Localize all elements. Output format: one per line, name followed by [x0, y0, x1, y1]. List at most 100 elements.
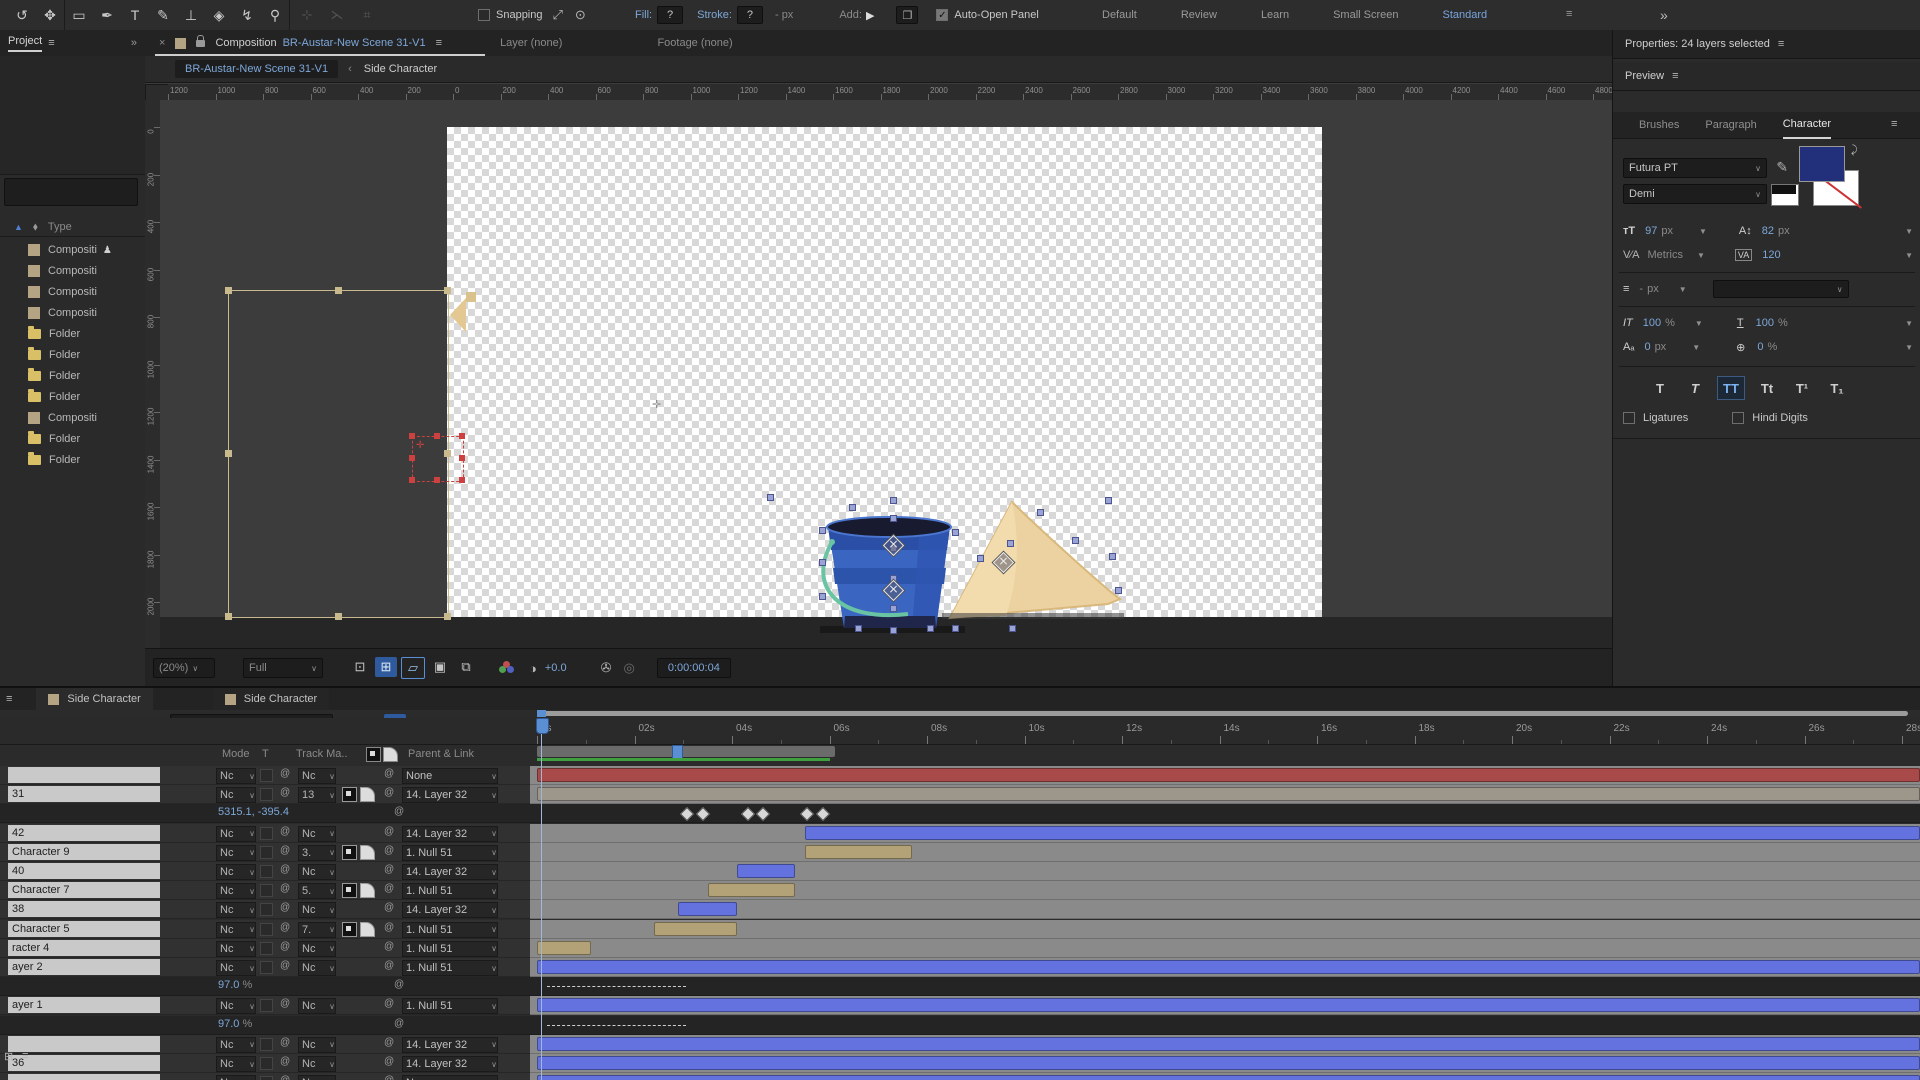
trkmat-pickwhip-icon[interactable]: @ — [280, 864, 290, 875]
snapshot-icon[interactable]: ✇ — [601, 660, 612, 676]
trkmat-dropdown[interactable]: Nc∨ — [298, 1037, 336, 1053]
matte-alpha-icon[interactable] — [342, 883, 357, 898]
timeline-layer-row[interactable]: ayer 2Nc∨@Nc∨@1. Null 51∨ — [0, 958, 1920, 976]
layer-duration-bar[interactable] — [537, 1075, 1920, 1080]
resolution-dropdown[interactable]: Full∨ — [243, 658, 323, 678]
mode-column-header[interactable]: Mode — [222, 748, 250, 760]
project-search-input[interactable] — [4, 178, 138, 206]
parent-pickwhip-icon[interactable]: @ — [384, 998, 394, 1009]
selection-rect-handle[interactable] — [335, 287, 342, 294]
selection-handle[interactable] — [890, 627, 897, 634]
parent-pickwhip-icon[interactable]: @ — [384, 826, 394, 837]
selection-handle[interactable] — [767, 494, 774, 501]
zoom-select-icon[interactable]: ⊡ — [349, 657, 371, 677]
toolbar-overflow-button[interactable]: » — [1660, 7, 1668, 23]
project-collapse-button[interactable]: » — [131, 37, 137, 49]
selection-handle[interactable] — [849, 504, 856, 511]
fill-swatch[interactable]: ? — [657, 6, 683, 24]
layer-duration-bar[interactable] — [537, 768, 1920, 782]
kerning-value[interactable]: Metrics — [1648, 249, 1683, 261]
tsume-value[interactable]: 0 — [1757, 341, 1763, 353]
trkmat-dropdown[interactable]: Nc∨ — [298, 826, 336, 842]
parent-pickwhip-icon[interactable]: @ — [384, 922, 394, 933]
layer-duration-bar[interactable] — [537, 1056, 1920, 1070]
trkmat-dropdown[interactable]: 5.∨ — [298, 883, 336, 899]
layer-name-cell[interactable]: racter 4 — [8, 940, 160, 956]
stroke-style-dropdown[interactable]: ∨ — [1713, 280, 1849, 298]
selection-handle[interactable] — [1115, 587, 1122, 594]
layer-duration-bar[interactable] — [708, 883, 796, 897]
trkmat-pickwhip-icon[interactable]: @ — [280, 1075, 290, 1080]
timeline-panel-menu-icon[interactable]: ≡ — [6, 693, 12, 705]
selection-handle[interactable] — [952, 625, 959, 632]
project-menu-icon[interactable]: ≡ — [48, 37, 54, 49]
selection-handle[interactable] — [855, 625, 862, 632]
transparency-grid-icon[interactable]: ⊞ — [375, 657, 397, 677]
snap-feature-icon[interactable]: ⊙ — [575, 7, 586, 23]
horizontal-scale-value[interactable]: 100 — [1756, 317, 1774, 329]
style-button-1[interactable]: T — [1682, 377, 1708, 399]
properties-header[interactable]: Properties: 24 layers selected — [1625, 38, 1770, 50]
horizontal-scale-arrow[interactable]: ▼ — [1905, 319, 1913, 328]
trkmat-pickwhip-icon[interactable]: @ — [280, 883, 290, 894]
parent-pickwhip-icon[interactable]: @ — [384, 1037, 394, 1048]
timeline-tab-1[interactable]: Side Character — [213, 688, 329, 710]
layer-name-cell[interactable]: ayer 1 — [8, 997, 160, 1013]
trkmat-pickwhip-icon[interactable]: @ — [280, 768, 290, 779]
trkmat-dropdown[interactable]: Nc∨ — [298, 1056, 336, 1072]
timeline-navigator[interactable] — [537, 711, 1908, 716]
timeline-options-icon[interactable]: ≡ — [22, 1050, 28, 1062]
layer-duration-bar[interactable] — [805, 845, 912, 859]
mode-dropdown[interactable]: Nc∨ — [216, 1037, 256, 1053]
style-button-4[interactable]: T¹ — [1789, 377, 1815, 399]
timeline-layer-row[interactable]: racter 4Nc∨@Nc∨@1. Null 51∨ — [0, 939, 1920, 957]
default-fill-stroke-icon[interactable] — [1771, 184, 1799, 206]
property-value[interactable]: 5315.1, -395.4 — [218, 806, 289, 818]
layer-duration-bar[interactable] — [537, 960, 1920, 974]
preserve-transparency-checkbox[interactable] — [260, 884, 273, 897]
parent-link-dropdown[interactable]: 1. Null 51∨ — [402, 941, 498, 957]
parent-link-dropdown[interactable]: None∨ — [402, 1075, 498, 1080]
parent-link-dropdown[interactable]: 14. Layer 32∨ — [402, 826, 498, 842]
trkmat-pickwhip-icon[interactable]: @ — [280, 1056, 290, 1067]
snapping-checkbox[interactable] — [478, 9, 490, 21]
parent-link-dropdown[interactable]: 1. Null 51∨ — [402, 960, 498, 976]
parent-link-dropdown[interactable]: 1. Null 51∨ — [402, 883, 498, 899]
shape-folder-button[interactable]: ❐ — [896, 6, 918, 24]
preserve-transparency-checkbox[interactable] — [260, 961, 273, 974]
auto-open-checkbox[interactable]: ✓ — [936, 9, 948, 21]
project-item[interactable]: Compositi♟ — [0, 240, 145, 260]
current-time-indicator-line[interactable] — [541, 718, 542, 1080]
trkmat-dropdown[interactable]: Nc∨ — [298, 1075, 336, 1080]
style-button-5[interactable]: T₁ — [1824, 377, 1850, 399]
layer-name-cell[interactable] — [8, 1074, 160, 1080]
rectangle-tool[interactable]: ▭ — [65, 0, 93, 30]
parent-link-dropdown[interactable]: None∨ — [402, 768, 498, 784]
timeline-layer-row[interactable]: 42Nc∨@Nc∨@14. Layer 32∨ — [0, 824, 1920, 842]
selection-handle[interactable] — [890, 605, 897, 612]
mask-visibility-icon[interactable]: ▱ — [401, 657, 425, 679]
preserve-transparency-checkbox[interactable] — [260, 903, 273, 916]
layer-duration-bar[interactable] — [805, 826, 1920, 840]
matte-alpha-icon[interactable] — [342, 845, 357, 860]
sort-triangle-icon[interactable]: ▲ — [14, 222, 23, 232]
trkmat-dropdown[interactable]: 3.∨ — [298, 845, 336, 861]
exposure-value[interactable]: +0.0 — [545, 662, 567, 674]
snap-angle-icon[interactable]: ⤢ — [553, 7, 563, 23]
t-column-header[interactable]: T — [262, 748, 269, 760]
timeline-tab-0[interactable]: Side Character — [36, 688, 152, 710]
selection-rect-handle[interactable] — [444, 613, 451, 620]
selection-handle[interactable] — [1109, 553, 1116, 560]
timeline-layer-row[interactable]: Character 9Nc∨@3.∨@1. Null 51∨ — [0, 843, 1920, 861]
parent-pickwhip-icon[interactable]: @ — [384, 902, 394, 913]
matte-alpha-icon[interactable] — [342, 787, 357, 802]
timeline-layer-row[interactable]: 31Nc∨@13∨@14. Layer 32∨ — [0, 785, 1920, 803]
trkmat-dropdown[interactable]: 13∨ — [298, 787, 336, 803]
parent-pickwhip-icon[interactable]: @ — [384, 1075, 394, 1080]
mode-dropdown[interactable]: Nc∨ — [216, 768, 256, 784]
trkmat-dropdown[interactable]: Nc∨ — [298, 768, 336, 784]
trkmat-pickwhip-icon[interactable]: @ — [280, 998, 290, 1009]
preview-menu-icon[interactable]: ≡ — [1672, 70, 1678, 82]
timeline-layer-row[interactable]: Nc∨@Nc∨@None∨ — [0, 1073, 1920, 1080]
project-item[interactable]: Folder — [0, 429, 145, 449]
